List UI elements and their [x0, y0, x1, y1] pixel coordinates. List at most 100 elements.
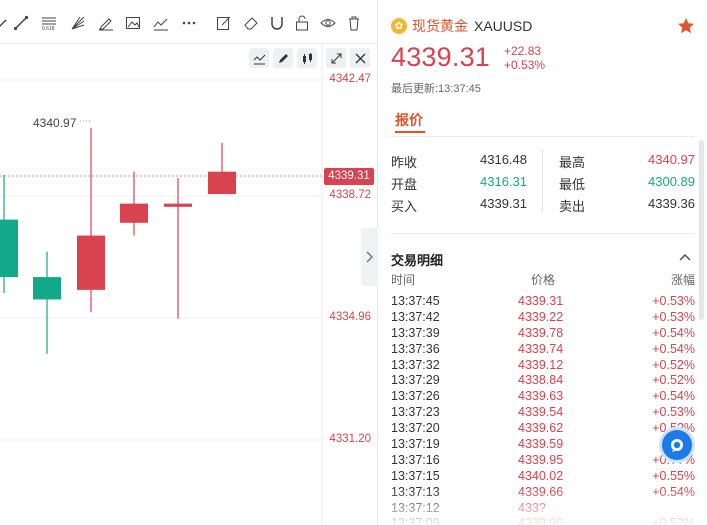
prev-close-value: 4316.48: [480, 152, 527, 167]
trade-time: 13:37:19: [391, 437, 440, 452]
trade-row: 13:37:194339.59+: [379, 437, 707, 453]
trade-price: 4340.02: [518, 468, 564, 483]
low-value: 4300.89: [648, 174, 695, 189]
trade-change: +0.54%: [652, 389, 695, 404]
candles: [0, 127, 236, 354]
header-change: 涨幅: [670, 273, 695, 287]
price-change: +22.83 +0.53%: [504, 44, 545, 72]
trade-change: +0.53%: [652, 294, 695, 308]
trades-title: 交易明细: [391, 253, 444, 268]
trade-time: 13:37:12: [391, 500, 440, 515]
eraser-icon[interactable]: [242, 14, 260, 32]
candle-body: [77, 235, 105, 290]
brush-icon[interactable]: [0, 14, 12, 32]
instrument-name: 现货黄金: [412, 18, 468, 34]
high-value: 4340.97: [648, 152, 695, 167]
trade-time: 13:37:20: [391, 421, 440, 436]
instrument-code: XAUUSD: [474, 18, 533, 34]
price-axis-label: 4338.72: [329, 189, 371, 201]
trade-row: 13:37:13 4339.66 +0.54%: [379, 485, 707, 501]
scrollbar[interactable]: [699, 140, 704, 320]
divider: [391, 233, 695, 234]
quote-panel: ✿ 现货黄金 XAUUSD 4339.31 +22.83 +0.53% 最后更新…: [379, 0, 707, 525]
change-value: +22.83: [504, 44, 542, 58]
image-icon[interactable]: [124, 14, 142, 32]
trade-price: 4339.54: [518, 405, 564, 420]
star-icon[interactable]: [677, 17, 695, 35]
more-icon[interactable]: [180, 14, 198, 32]
trade-row: 13:37:45 4339.31 +0.53%: [379, 294, 707, 310]
pencil-icon[interactable]: [97, 14, 115, 32]
line-icon[interactable]: [12, 14, 30, 32]
note-icon[interactable]: [215, 14, 233, 32]
trade-change: +0.53%: [652, 405, 695, 420]
candle-body: [33, 277, 61, 300]
trade-price: 4339.63: [518, 389, 564, 404]
sell-label: 卖出: [559, 199, 586, 214]
trade-time: 13:37:16: [391, 452, 440, 467]
trade-change: +0.54%: [652, 484, 695, 499]
eye-icon[interactable]: [319, 14, 337, 32]
trade-time: 13:37:32: [391, 357, 440, 372]
price-axis-label: 4342.47: [329, 73, 371, 85]
low-label: 最低: [559, 177, 586, 192]
last-updated: 最后更新:13:37:45: [391, 83, 481, 95]
instrument-header: ✿ 现货黄金 XAUUSD: [391, 16, 532, 36]
trade-row: 13:37:15 4340.02 +0.55%: [379, 469, 707, 485]
candlestick-chart[interactable]: 4340.97: [0, 0, 378, 525]
trade-price: 433?: [518, 500, 546, 515]
trade-row: 13:37:16 4339.95 +0.??%: [379, 453, 707, 469]
magnet-icon[interactable]: [268, 14, 286, 32]
trade-row: 13:37:23 4339.54 +0.53%: [379, 405, 707, 421]
trade-price: 4339.96: [518, 516, 564, 525]
trade-time: 13:37:13: [391, 484, 440, 499]
open-label: 开盘: [391, 177, 418, 192]
trade-change: +0.52%: [652, 516, 695, 525]
candle-body: [0, 219, 18, 278]
trade-change: +0.54%: [652, 341, 695, 356]
close-icon[interactable]: [350, 48, 370, 68]
trade-price: 4339.59: [518, 437, 564, 452]
current-price-tag: 4339.31: [324, 168, 374, 185]
chat-float-button[interactable]: [662, 430, 692, 460]
trade-change: +0.55%: [652, 468, 695, 483]
fan-icon[interactable]: [69, 14, 87, 32]
trade-price: 4339.66: [518, 484, 564, 499]
trade-row: 13:37:12 433?: [379, 501, 707, 517]
trash-icon[interactable]: [345, 14, 363, 32]
chart-panel: 4340.97 4342.47 4338.72 4334.96 4331.20 …: [0, 0, 378, 525]
candle-body: [164, 203, 192, 207]
tab-quote[interactable]: 报价: [395, 110, 423, 130]
svg-text:0.618: 0.618: [42, 26, 55, 31]
trade-row: 13:37:42 4339.22 +0.53%: [379, 310, 707, 326]
lock-icon[interactable]: [293, 14, 311, 32]
edit-icon[interactable]: [273, 48, 293, 68]
trade-change: +0.54%: [652, 325, 695, 340]
shrink-icon[interactable]: [326, 48, 346, 68]
trade-price: 4339.62: [518, 421, 564, 436]
trade-price: 4339.31: [518, 294, 564, 308]
trade-change: +0.52%: [652, 373, 695, 388]
trade-row: 13:37:09 4339.96 +0.52%: [379, 516, 707, 525]
trade-row: 13:37:29 4338.84 +0.52%: [379, 373, 707, 389]
trade-change: +0.52%: [652, 357, 695, 372]
fib-icon[interactable]: 0.618: [40, 14, 58, 32]
trade-row: 13:37:39 4339.78 +0.54%: [379, 326, 707, 342]
high-marker-label: 4340.97: [33, 116, 77, 130]
trend-icon[interactable]: [152, 14, 170, 32]
buy-label: 买入: [391, 199, 418, 214]
trade-price: 4339.12: [518, 357, 564, 372]
trade-time: 13:37:36: [391, 341, 440, 356]
candle-style-icon[interactable]: [297, 48, 317, 68]
panel-collapse-button[interactable]: [361, 228, 378, 286]
trades-list: 13:37:45 4339.31 +0.53% 13:37:42 4339.22 +0.…: [379, 294, 707, 525]
trade-price: 4339.95: [518, 452, 564, 467]
chat-icon: [671, 439, 683, 452]
chevron-up-icon[interactable]: [678, 250, 692, 264]
trade-change: +0.53%: [652, 309, 695, 324]
gold-coin-icon: ✿: [391, 18, 407, 34]
indicator-toggle-icon[interactable]: [249, 48, 269, 68]
header-price: 价格: [531, 273, 556, 287]
trade-time: 13:37:23: [391, 405, 440, 420]
change-percent: +0.53%: [504, 58, 546, 72]
